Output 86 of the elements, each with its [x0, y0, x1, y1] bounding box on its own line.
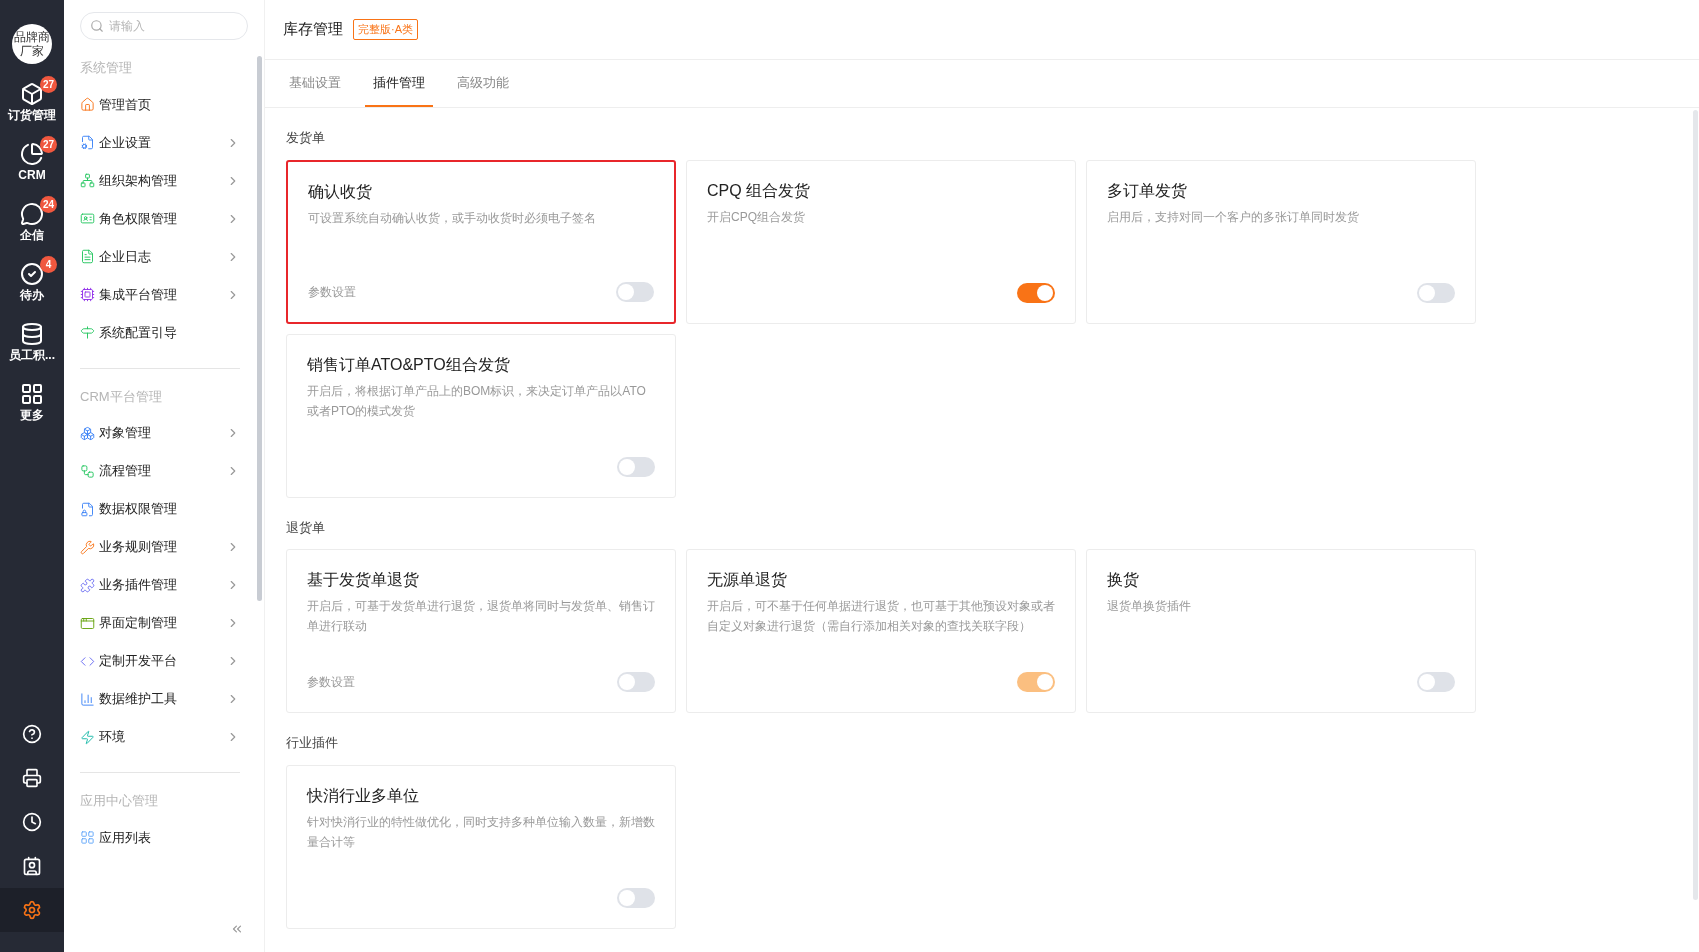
rail-item[interactable]: 员工积... [2, 320, 62, 366]
edition-tag: 完整版·A类 [353, 19, 418, 40]
tab[interactable]: 插件管理 [365, 60, 433, 107]
toggle-switch[interactable] [617, 672, 655, 692]
section-heading: 退货单 [286, 518, 326, 537]
bar-chart-icon [80, 691, 95, 707]
card-description: 开启后，将根据订单产品上的BOM标识，来决定订单产品以ATO或者PTO的模式发货 [307, 382, 647, 420]
sidebar-item[interactable]: 企业设置 [80, 123, 240, 162]
lightning-icon [80, 729, 95, 745]
card-description: 启用后，支持对同一个客户的多张订单同时发货 [1107, 208, 1360, 226]
card-title: 换货 [1107, 570, 1140, 590]
chip-icon [80, 287, 95, 302]
count-badge: 24 [39, 196, 57, 213]
count-badge: 27 [39, 76, 57, 93]
card-title: 快消行业多单位 [307, 785, 420, 806]
document-icon [80, 249, 95, 264]
database-icon [20, 322, 44, 346]
group-heading: 系统管理 [80, 59, 133, 77]
sidebar-item[interactable]: 数据维护工具 [80, 680, 240, 718]
toggle-switch[interactable] [1017, 282, 1055, 303]
toggle-switch[interactable] [617, 456, 655, 477]
pie-chart-icon [20, 142, 44, 166]
house-icon [80, 97, 95, 112]
toggle-switch[interactable] [1417, 672, 1455, 692]
card-title: 多订单发货 [1107, 180, 1188, 201]
grid-icon [80, 830, 95, 845]
search-icon [90, 19, 104, 33]
sidebar-item[interactable]: 管理首页 [80, 85, 240, 124]
group-heading: CRM平台管理 [80, 387, 163, 406]
sidebar-item[interactable]: 流程管理 [80, 452, 240, 490]
id-card-icon [80, 211, 95, 226]
grid-icon [20, 382, 44, 406]
rail-item[interactable]: 更多 [2, 380, 62, 426]
double-chevron-left-icon [230, 922, 244, 936]
sidebar-item[interactable]: 组织架构管理 [80, 161, 240, 200]
sidebar-item[interactable]: 角色权限管理 [80, 199, 240, 238]
card-title: 确认收货 [308, 181, 373, 202]
section-heading: 发货单 [286, 129, 326, 147]
card-description: 针对快消行业的特性做优化，同时支持多种单位输入数量，新增数量合计等 [307, 813, 655, 851]
document-gear-icon [80, 135, 95, 150]
card-title: 无源单退货 [707, 570, 788, 590]
card-title: 基于发货单退货 [307, 570, 420, 590]
sidebar-item[interactable]: 集成平台管理 [80, 275, 240, 314]
toggle-switch[interactable] [617, 887, 655, 908]
toggle-switch[interactable] [616, 281, 654, 302]
card-description: 开启后，可不基于任何单据进行退货，也可基于其他预设对象或者自定义对象进行退货（需自行添加相关对象的查找关联字段） [707, 598, 1055, 635]
sidebar-item[interactable]: 数据权限管理 [80, 490, 240, 528]
window-icon [80, 615, 95, 631]
clock-icon [22, 812, 42, 832]
signpost-icon [80, 325, 95, 340]
count-badge: 27 [39, 136, 57, 153]
page-title: 库存管理 [283, 19, 343, 40]
settings-icon [22, 900, 42, 920]
avatar[interactable]: 品牌商厂家 [12, 24, 52, 64]
check-circle-icon [20, 262, 44, 286]
tab[interactable]: 基础设置 [281, 60, 349, 107]
sidebar-item[interactable]: 定制开发平台 [80, 642, 240, 680]
box-icon [20, 82, 44, 106]
document-lock-icon [80, 501, 95, 517]
collapse-button[interactable] [230, 922, 244, 936]
sidebar-item[interactable]: 业务插件管理 [80, 566, 240, 604]
section-heading: 行业插件 [286, 734, 339, 752]
card-description: 退货单换货插件 [1107, 598, 1192, 615]
wrench-icon [80, 539, 95, 555]
card-description: 开启后，可基于发货单进行退货，退货单将同时与发货单、销售订单进行联动 [307, 598, 655, 635]
sidebar-item[interactable]: 应用列表 [80, 818, 240, 857]
sidebar-item[interactable]: 对象管理 [80, 414, 240, 452]
group-heading: 应用中心管理 [80, 792, 159, 810]
sidebar-item[interactable]: 环境 [80, 718, 240, 756]
card-title: CPQ 组合发货 [707, 180, 812, 201]
card-description: 可设置系统自动确认收货，或手动收货时必须电子签名 [308, 209, 597, 227]
tab[interactable]: 高级功能 [449, 60, 517, 107]
sidebar-item[interactable]: 系统配置引导 [80, 313, 240, 352]
card-title: 销售订单ATO&PTO组合发货 [307, 354, 511, 375]
sidebar-item[interactable]: 业务规则管理 [80, 528, 240, 566]
hierarchy-icon [80, 173, 95, 188]
count-badge: 4 [40, 256, 57, 273]
card-description: 开启CPQ组合发货 [707, 208, 806, 226]
toggle-switch[interactable] [1417, 282, 1455, 303]
chat-bubble-icon [20, 202, 44, 226]
sidebar-item[interactable]: 界面定制管理 [80, 604, 240, 642]
puzzle-icon [80, 577, 95, 593]
search-field[interactable]: 请输入 [80, 12, 248, 40]
sidebar-item[interactable]: 企业日志 [80, 237, 240, 276]
help-icon [22, 724, 42, 744]
flowchart-icon [80, 463, 95, 479]
